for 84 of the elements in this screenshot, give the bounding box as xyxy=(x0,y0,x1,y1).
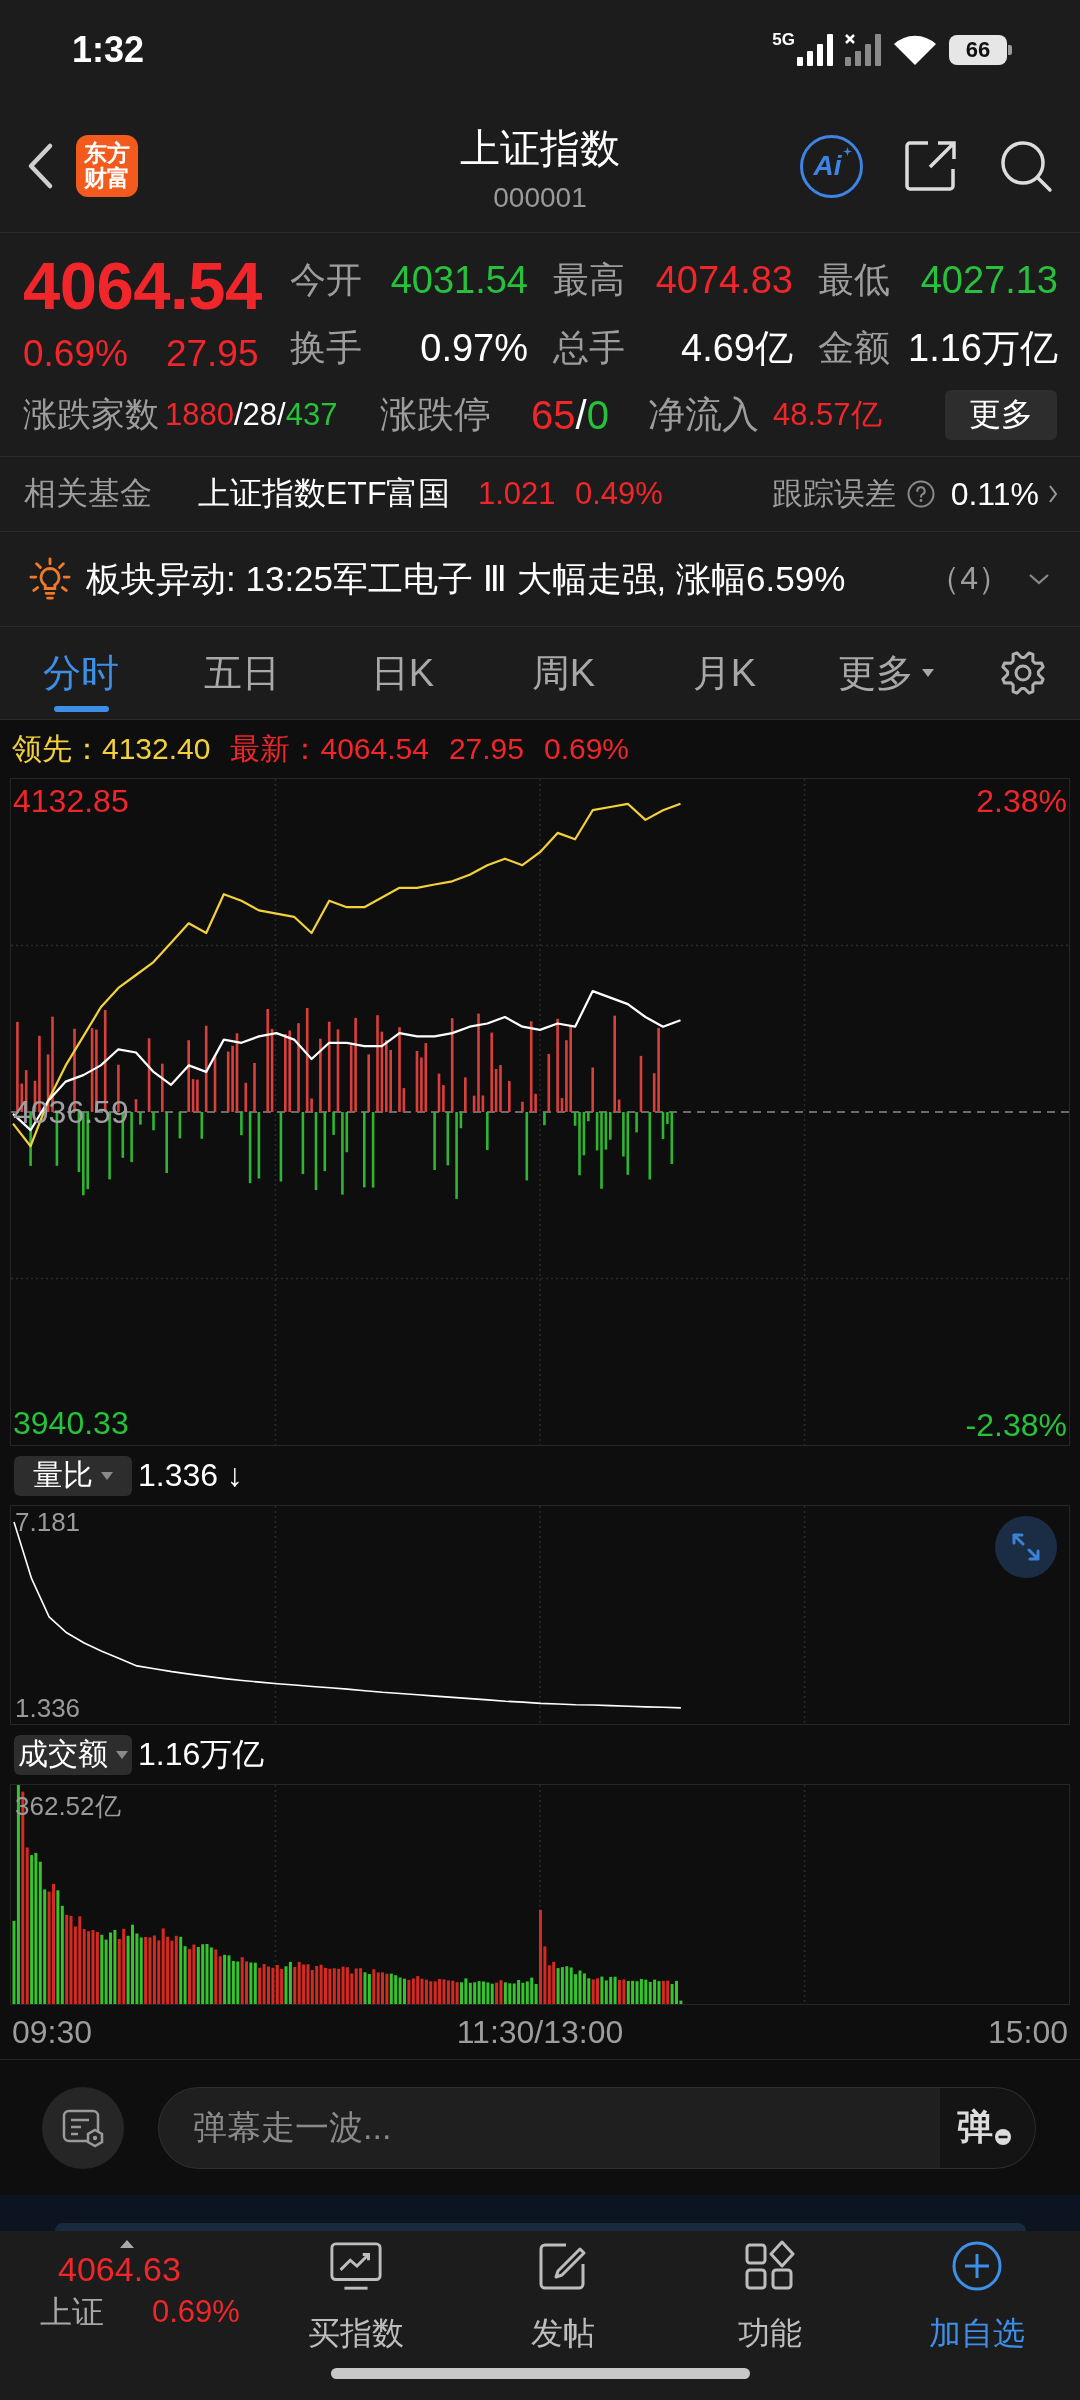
caret-down-icon xyxy=(116,1750,128,1759)
breadth-label: 涨跌停 xyxy=(380,393,491,437)
breadth-value: 1880/28/437 xyxy=(165,397,338,433)
time-axis-label: 11:30/13:00 xyxy=(456,2013,624,2051)
sparkle-icon xyxy=(843,146,852,156)
fund-price: 1.021 xyxy=(478,476,557,512)
time-axis-label: 09:30 xyxy=(12,2013,93,2051)
mini-index-price: 4064.63 xyxy=(58,2249,181,2290)
legend-value: 27.95 xyxy=(448,732,524,766)
search-icon[interactable] xyxy=(999,139,1053,193)
legend-value: 领先：4132.40 xyxy=(12,730,211,767)
caret-up-icon[interactable] xyxy=(120,2240,134,2248)
axis-tick-label: 1.336 xyxy=(15,1693,81,1723)
stat-value: 4031.54 xyxy=(390,258,528,302)
chevron-right-icon[interactable] xyxy=(1048,484,1058,504)
index-price: 4064.54 xyxy=(23,247,262,325)
network-type: 5G xyxy=(772,31,795,48)
tab[interactable]: 日K xyxy=(322,627,483,719)
lightbulb-icon xyxy=(29,556,71,602)
back-icon[interactable] xyxy=(26,142,54,190)
alert-count: （4） xyxy=(928,559,1010,598)
stat-label: 金额 xyxy=(818,325,890,370)
stat-value: 4074.83 xyxy=(655,258,793,302)
volume-ratio-value: 1.336 ↓ xyxy=(138,1457,243,1494)
stat-value: 1.16万亿 xyxy=(908,325,1058,371)
nav-item[interactable]: 发帖 xyxy=(459,2231,666,2368)
axis-tick-label: 4132.85 xyxy=(13,783,129,819)
no-signal-icon xyxy=(845,34,881,66)
change-amount: 27.95 xyxy=(165,332,259,376)
battery-indicator: 66 xyxy=(949,35,1012,65)
index-code: 000001 xyxy=(493,181,587,215)
stat-value: 4.69亿 xyxy=(681,325,793,371)
ai-assistant-button[interactable]: Ai xyxy=(800,134,863,198)
related-fund-label: 相关基金 xyxy=(24,474,153,513)
change-percent: 0.69% xyxy=(23,332,128,376)
axis-tick-label: 3940.33 xyxy=(13,1405,129,1441)
nav-item[interactable]: 买指数 xyxy=(252,2231,459,2368)
chevron-down-icon[interactable] xyxy=(1028,573,1050,585)
stat-label: 总手 xyxy=(553,325,625,370)
legend-value: 最新：4064.54 xyxy=(230,730,429,767)
fund-name[interactable]: 上证指数ETF富国 xyxy=(198,472,478,516)
indicator-selector[interactable]: 量比 xyxy=(14,1455,132,1496)
breadth-label: 净流入 xyxy=(648,393,759,437)
percent-tick-label: -2.38% xyxy=(965,1407,1067,1443)
chart-monitor-icon xyxy=(328,2240,383,2292)
tab[interactable]: 分时 xyxy=(0,627,161,719)
nav-item[interactable]: 功能 xyxy=(666,2231,873,2368)
share-icon[interactable] xyxy=(904,139,958,193)
stat-value: 0.97% xyxy=(420,326,528,370)
breadth-label: 涨跌家数 xyxy=(23,394,159,435)
more-button[interactable]: 更多 xyxy=(945,390,1057,440)
caret-down-icon xyxy=(101,1471,113,1480)
legend-value: 0.69% xyxy=(544,732,630,766)
tracking-error-value: 0.11% xyxy=(950,475,1039,513)
page-title: 上证指数 xyxy=(460,125,620,171)
help-icon[interactable] xyxy=(906,480,935,508)
axis-tick-label: 7.181 xyxy=(15,1507,81,1537)
stat-label: 今开 xyxy=(290,257,362,302)
nav-item[interactable]: 加自选 xyxy=(873,2231,1080,2368)
signal-icon xyxy=(797,34,833,66)
settings-icon[interactable] xyxy=(999,649,1047,697)
sector-alert-text[interactable]: 板块异动: 13:25军工电子 Ⅲ 大幅走强, 涨幅6.59% xyxy=(86,555,846,603)
breadth-value: 65/0 xyxy=(531,392,609,438)
stat-value: 4027.13 xyxy=(920,258,1058,302)
mini-index-name: 上证 xyxy=(40,2293,104,2332)
fund-change: 0.49% xyxy=(575,476,663,512)
tracking-error-label: 跟踪误差 xyxy=(771,475,896,513)
time-axis-label: 15:00 xyxy=(987,2013,1068,2051)
wifi-icon xyxy=(893,34,937,66)
stat-label: 最高 xyxy=(553,257,625,302)
percent-tick-label: 2.38% xyxy=(976,783,1067,819)
stat-label: 换手 xyxy=(290,325,362,370)
mini-index-change: 0.69% xyxy=(152,2293,240,2331)
tab[interactable]: 周K xyxy=(483,627,644,719)
app-logo: 东方财富 xyxy=(76,135,138,197)
turnover-value: 1.16万亿 xyxy=(138,1734,265,1774)
stat-label: 最低 xyxy=(818,257,890,302)
tab[interactable]: 月K xyxy=(644,627,805,719)
tab[interactable]: 五日 xyxy=(161,627,322,719)
status-time: 1:32 xyxy=(72,29,145,71)
caret-down-icon xyxy=(921,669,934,677)
indicator-selector[interactable]: 成交额 xyxy=(14,1734,132,1775)
breadth-value: 48.57亿 xyxy=(773,396,882,434)
tab[interactable]: 更多 xyxy=(805,627,966,719)
